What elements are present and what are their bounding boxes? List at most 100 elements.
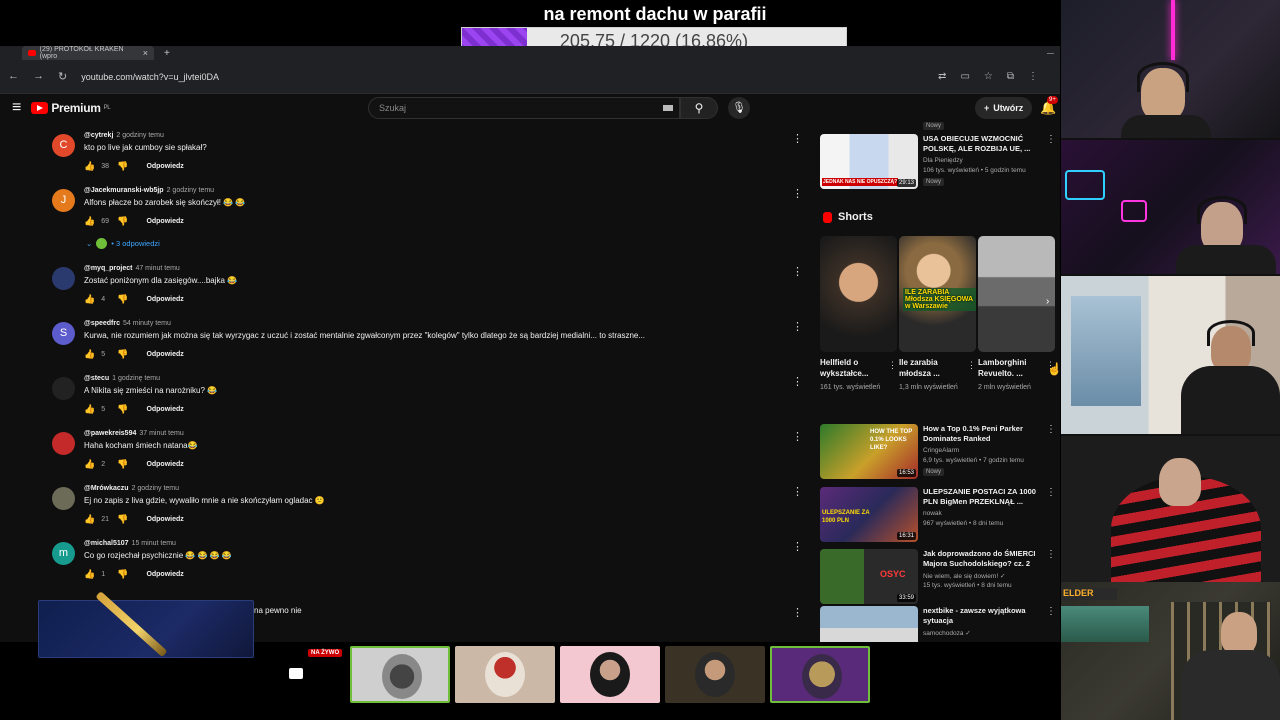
- dislike-icon[interactable]: 👎: [117, 216, 128, 227]
- comment-author[interactable]: @pawekreis594: [84, 430, 136, 437]
- like-icon[interactable]: 👍: [84, 294, 95, 305]
- comment-menu-icon[interactable]: ⋮: [792, 485, 803, 498]
- comment-time[interactable]: 15 minut temu: [132, 540, 176, 547]
- comment-menu-icon[interactable]: ⋮: [792, 132, 803, 145]
- video-thumbnail[interactable]: JEDNAK NAS NIE OPUSZCZĄ? 29:13: [820, 134, 918, 189]
- short-menu-icon[interactable]: ⋮: [888, 360, 897, 371]
- comment-menu-icon[interactable]: ⋮: [792, 320, 803, 333]
- dislike-icon[interactable]: 👎: [117, 404, 128, 415]
- dislike-icon[interactable]: 👎: [117, 349, 128, 360]
- reply-button[interactable]: Odpowiedz: [146, 163, 183, 170]
- viewer-tile[interactable]: [350, 646, 450, 703]
- reply-button[interactable]: Odpowiedz: [146, 571, 183, 578]
- short-thumbnail[interactable]: [978, 236, 1055, 352]
- comment-time[interactable]: 54 minuty temu: [123, 320, 171, 327]
- short-title[interactable]: Hellfield o wykształce...: [820, 357, 884, 379]
- short-card[interactable]: Lamborghini Revuelto. ... 2 mln wyświetl…: [978, 236, 1055, 393]
- dislike-icon[interactable]: 👎: [117, 161, 128, 172]
- like-icon[interactable]: 👍: [84, 161, 95, 172]
- like-icon[interactable]: 👍: [84, 349, 95, 360]
- viewer-tile[interactable]: [560, 646, 660, 703]
- reply-button[interactable]: Odpowiedz: [146, 296, 183, 303]
- menu-icon[interactable]: ⋮: [1028, 71, 1038, 82]
- video-menu-icon[interactable]: ⋮: [1046, 487, 1056, 498]
- minimize-icon[interactable]: —: [1047, 50, 1054, 57]
- avatar[interactable]: [52, 432, 75, 455]
- viewer-tile[interactable]: [770, 646, 870, 703]
- channel-name[interactable]: samochodoza ✓: [923, 629, 971, 637]
- back-icon[interactable]: ←: [8, 70, 19, 83]
- search-button[interactable]: ⚲: [680, 97, 718, 119]
- avatar[interactable]: C: [52, 134, 75, 157]
- avatar[interactable]: [52, 377, 75, 400]
- short-menu-icon[interactable]: ⋮: [967, 360, 976, 371]
- short-card[interactable]: ILE ZARABIA Młodsza KSIĘGOWA w Warszawie…: [899, 236, 976, 393]
- dislike-icon[interactable]: 👎: [117, 569, 128, 580]
- tab-close-icon[interactable]: ×: [143, 48, 148, 58]
- short-thumbnail[interactable]: ILE ZARABIA Młodsza KSIĘGOWA w Warszawie: [899, 236, 976, 352]
- dislike-icon[interactable]: 👎: [117, 514, 128, 525]
- translate-icon[interactable]: ⇄: [938, 71, 946, 82]
- video-thumbnail[interactable]: [820, 606, 918, 642]
- video-thumbnail[interactable]: ULEPSZANIE ZA 1000 PLN 16:31: [820, 487, 918, 542]
- comment-menu-icon[interactable]: ⋮: [792, 187, 803, 200]
- short-card[interactable]: Hellfield o wykształce... 161 tys. wyświ…: [820, 236, 897, 393]
- reload-icon[interactable]: ↻: [58, 70, 67, 83]
- hamburger-menu-icon[interactable]: ≡: [12, 99, 21, 117]
- view-replies-button[interactable]: ⌄ • 3 odpowiedzi: [86, 238, 160, 249]
- video-thumbnail[interactable]: OSYC 33:59: [820, 549, 918, 604]
- video-title[interactable]: USA OBIECUJE WZMOCNIĆ POLSKĘ, ALE ROZBIJ…: [923, 134, 1045, 154]
- comment-menu-icon[interactable]: ⋮: [792, 430, 803, 443]
- recommended-video[interactable]: HOW THE TOP 0.1% LOOKS LIKE? 16:53 How a…: [820, 424, 1058, 482]
- comment-author[interactable]: @speedfrc: [84, 320, 120, 327]
- dislike-icon[interactable]: 👎: [117, 459, 128, 470]
- reply-button[interactable]: Odpowiedz: [146, 461, 183, 468]
- avatar[interactable]: [52, 487, 75, 510]
- short-thumbnail[interactable]: [820, 236, 897, 352]
- viewer-tile[interactable]: [455, 646, 555, 703]
- channel-name[interactable]: Dla Pieniędzy: [923, 157, 963, 164]
- comment-author[interactable]: @Mrówkaczu: [84, 485, 129, 492]
- like-icon[interactable]: 👍: [84, 216, 95, 227]
- comment-time[interactable]: 2 godziny temu: [167, 187, 214, 194]
- comment-author[interactable]: @stecu: [84, 375, 109, 382]
- forward-icon[interactable]: →: [33, 70, 44, 83]
- recommended-video[interactable]: ULEPSZANIE ZA 1000 PLN 16:31 ULEPSZANIE …: [820, 487, 1058, 545]
- chevron-right-icon[interactable]: ›: [1046, 296, 1049, 307]
- avatar[interactable]: [52, 267, 75, 290]
- bookmark-star-icon[interactable]: ☆: [984, 71, 993, 82]
- keyboard-icon[interactable]: [663, 105, 673, 111]
- video-thumbnail[interactable]: HOW THE TOP 0.1% LOOKS LIKE? 16:53: [820, 424, 918, 479]
- video-menu-icon[interactable]: ⋮: [1046, 424, 1056, 435]
- comment-menu-icon[interactable]: ⋮: [792, 540, 803, 553]
- video-menu-icon[interactable]: ⋮: [1046, 134, 1056, 145]
- cast-icon[interactable]: ▭: [960, 71, 969, 82]
- video-title[interactable]: Jak doprowadzono do ŚMIERCI Majora Sucho…: [923, 549, 1045, 569]
- comment-menu-icon[interactable]: ⋮: [792, 606, 803, 619]
- viewer-tile[interactable]: [665, 646, 765, 703]
- channel-name[interactable]: Nie wiem, ale się dowiem! ✓: [923, 572, 1005, 580]
- comment-author[interactable]: @Jacekmuranski-wb5jp: [84, 187, 164, 194]
- comment-time[interactable]: 37 minut temu: [139, 430, 183, 437]
- comment-author[interactable]: @michal5107: [84, 540, 129, 547]
- comment-time[interactable]: 1 godzinę temu: [112, 375, 160, 382]
- extensions-icon[interactable]: ⧉: [1007, 71, 1014, 82]
- voice-search-icon[interactable]: 🎙: [728, 97, 750, 119]
- like-icon[interactable]: 👍: [84, 569, 95, 580]
- comment-menu-icon[interactable]: ⋮: [792, 265, 803, 278]
- avatar[interactable]: m: [52, 542, 75, 565]
- like-icon[interactable]: 👍: [84, 404, 95, 415]
- reply-button[interactable]: Odpowiedz: [146, 351, 183, 358]
- notifications-bell-icon[interactable]: 🔔 9+: [1040, 96, 1058, 116]
- recommended-video[interactable]: JEDNAK NAS NIE OPUSZCZĄ? 29:13 USA OBIEC…: [820, 134, 1058, 192]
- channel-name[interactable]: CringeAlarm: [923, 447, 959, 454]
- url-field[interactable]: youtube.com/watch?v=u_jlvtei0DA: [81, 72, 219, 82]
- channel-name[interactable]: nowak: [923, 510, 942, 517]
- video-menu-icon[interactable]: ⋮: [1046, 606, 1056, 617]
- reply-button[interactable]: Odpowiedz: [146, 406, 183, 413]
- comment-time[interactable]: 2 godziny temu: [132, 485, 179, 492]
- recommended-video[interactable]: OSYC 33:59 Jak doprowadzono do ŚMIERCI M…: [820, 549, 1058, 607]
- avatar[interactable]: J: [52, 189, 75, 212]
- youtube-logo[interactable]: Premium PL: [31, 101, 111, 115]
- browser-tab[interactable]: (29) PROTOKÓŁ KRAKEN (wpro ×: [22, 46, 154, 60]
